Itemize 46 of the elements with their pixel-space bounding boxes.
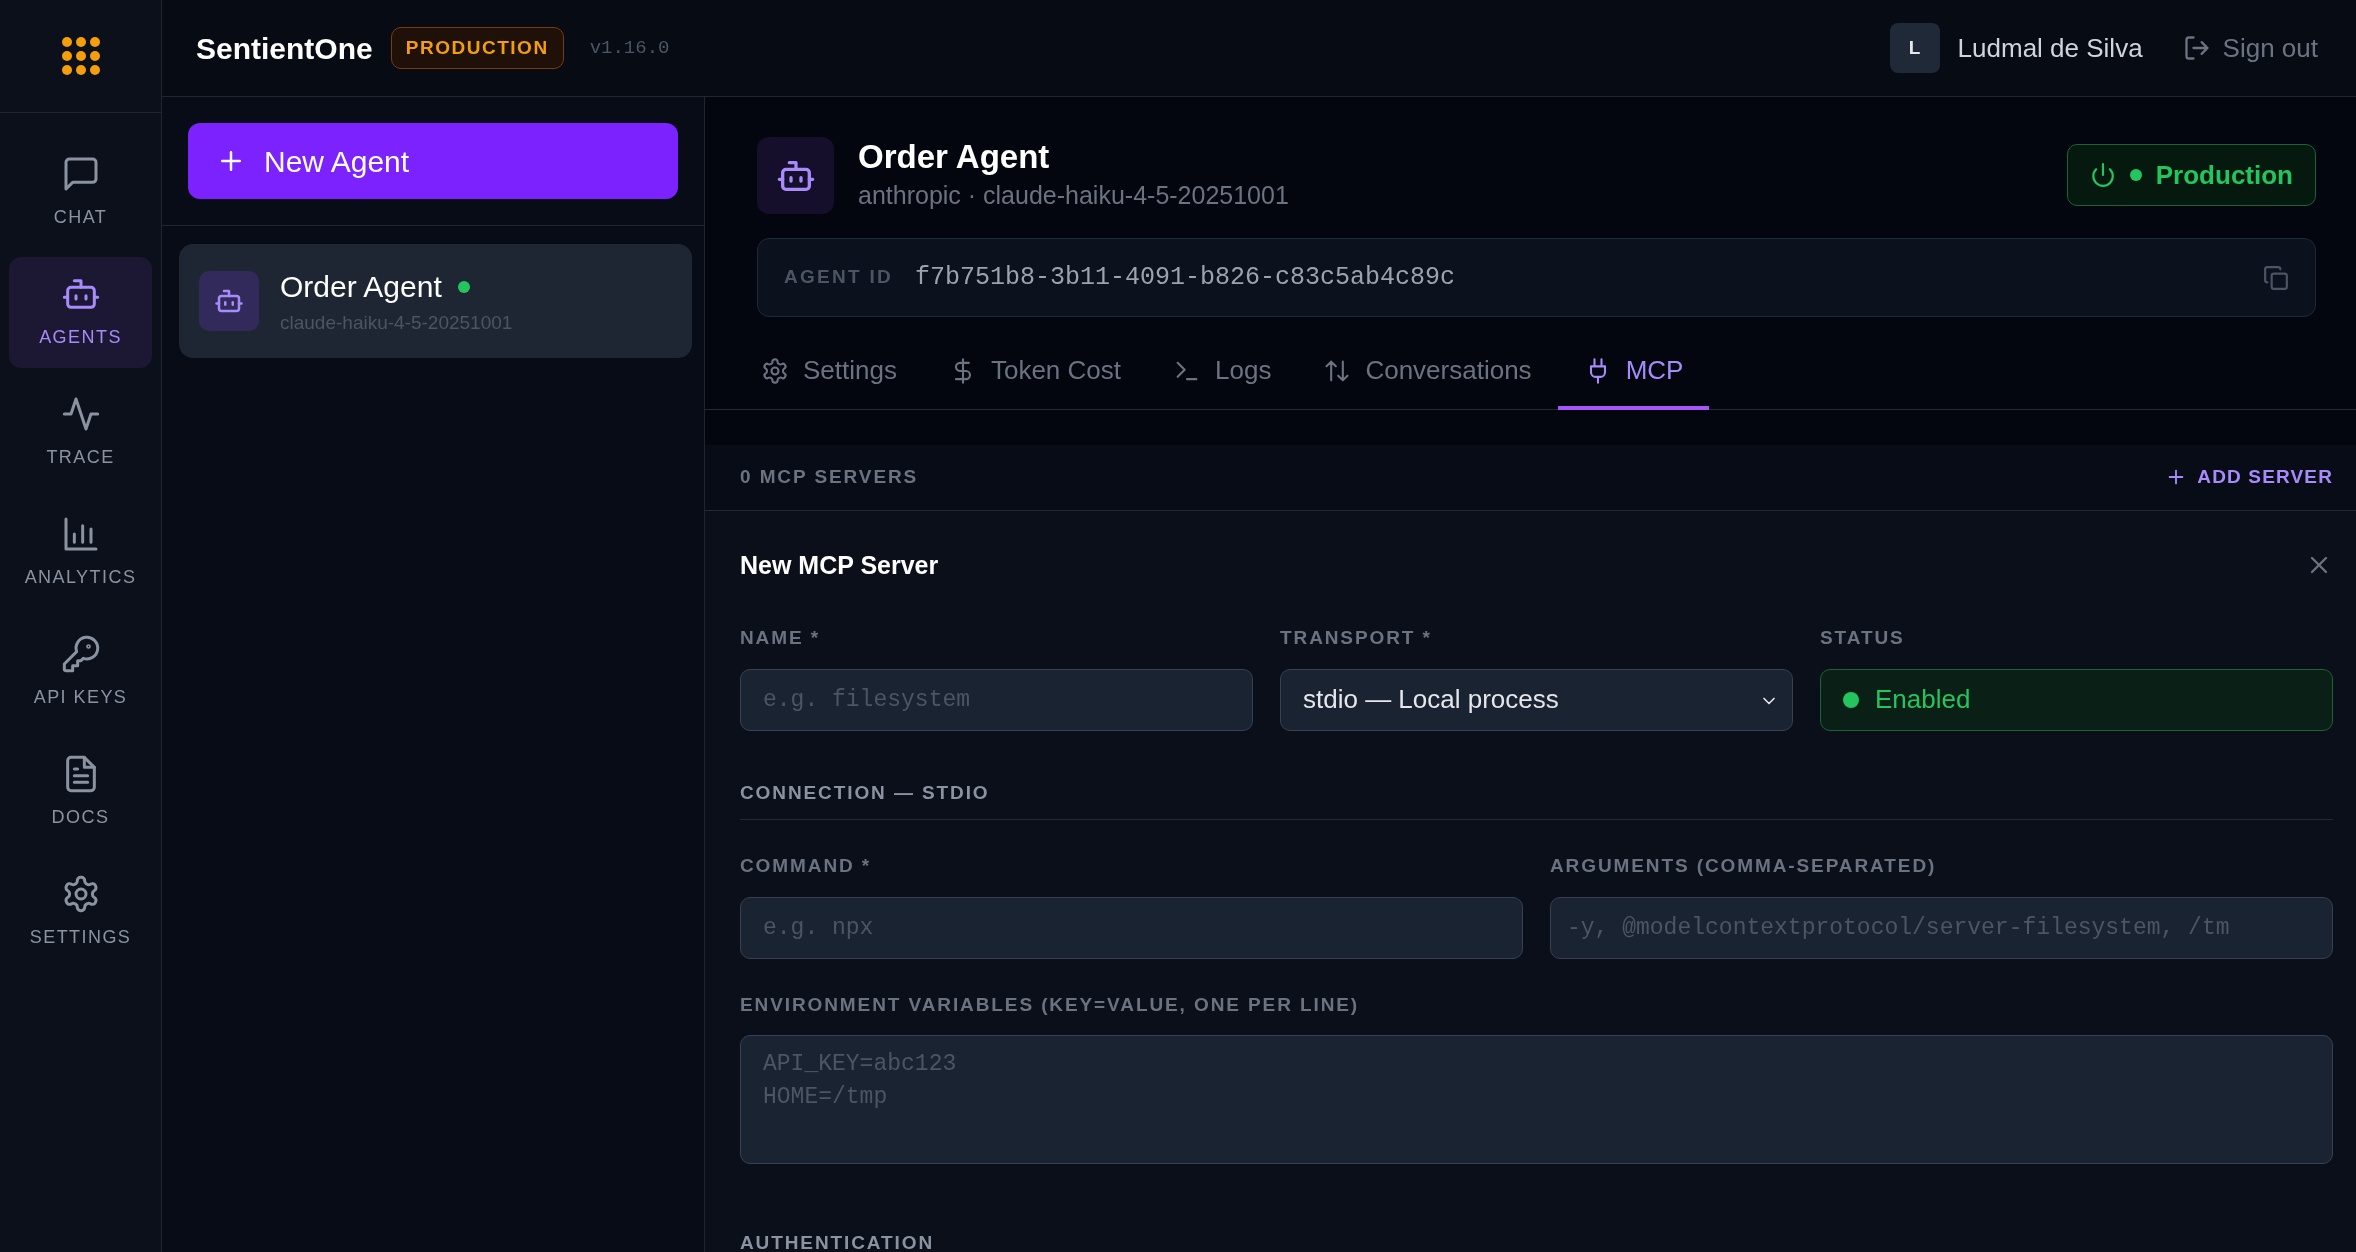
new-agent-button[interactable]: New Agent (188, 123, 678, 199)
sign-out-button[interactable]: Sign out (2182, 28, 2318, 68)
field-label: STATUS (1820, 626, 1906, 651)
tab[interactable]: Logs (1147, 335, 1298, 411)
nav-item[interactable]: TRACE (9, 377, 152, 488)
agent-id-label: AGENT ID (784, 265, 894, 290)
key-icon (60, 634, 101, 674)
tab[interactable]: Conversations (1297, 335, 1558, 411)
field-label: NAME * (740, 626, 821, 651)
agent-subtitle: anthropic · claude-haiku-4-5-20251001 (858, 179, 1289, 211)
add-server-button[interactable]: ADD SERVER (2165, 462, 2333, 492)
logout-icon (2182, 34, 2211, 62)
settings-icon (761, 356, 789, 385)
section-title: CONNECTION — STDIO (740, 778, 2333, 821)
field-label: COMMAND * (740, 854, 873, 879)
section-title: AUTHENTICATION (740, 1229, 2333, 1252)
transport-select[interactable]: stdio — Local process (1280, 668, 1793, 731)
nav-item[interactable]: CHAT (9, 137, 152, 248)
tab[interactable]: Settings (735, 335, 923, 411)
status-toggle[interactable]: Enabled (1820, 668, 2333, 731)
tab[interactable]: MCP (1557, 335, 1710, 411)
user-avatar[interactable]: L (1889, 23, 1940, 73)
nav-item[interactable]: API KEYS (9, 617, 152, 728)
environment-button[interactable]: Production (2066, 144, 2316, 206)
field-label: ENVIRONMENT VARIABLES (KEY=VALUE, ONE PER LINE) (740, 992, 1361, 1017)
agent-name: Order Agent (280, 269, 442, 305)
user-name: Ludmal de Silva (1957, 31, 2143, 65)
logo-icon (60, 36, 101, 76)
power-icon (2089, 162, 2116, 188)
field-label: TRANSPORT * (1280, 626, 1433, 651)
nav-item[interactable]: DOCS (9, 737, 152, 848)
agent-id: f7b751b8-3b11-4091-b826-c83c5ab4c89c (915, 261, 1456, 294)
server-count: 0 MCP SERVERS (740, 464, 919, 489)
agent-title: Order Agent (858, 137, 1051, 177)
status-dot (2129, 169, 2142, 181)
field-label: ARGUMENTS (COMMA-SEPARATED) (1550, 854, 1938, 879)
copy-icon (2263, 264, 2289, 291)
nav-item[interactable]: AGENTS (9, 257, 152, 368)
nav-item[interactable]: ANALYTICS (9, 497, 152, 608)
nav-item[interactable]: SETTINGS (9, 857, 152, 968)
environment-badge: PRODUCTION (390, 26, 564, 70)
tab[interactable]: Token Cost (922, 335, 1148, 411)
copy-button[interactable] (2263, 264, 2289, 291)
app-name: SentientOne (196, 30, 373, 67)
version-label: v1.16.0 (589, 35, 670, 61)
form-title: New MCP Server (740, 549, 939, 581)
